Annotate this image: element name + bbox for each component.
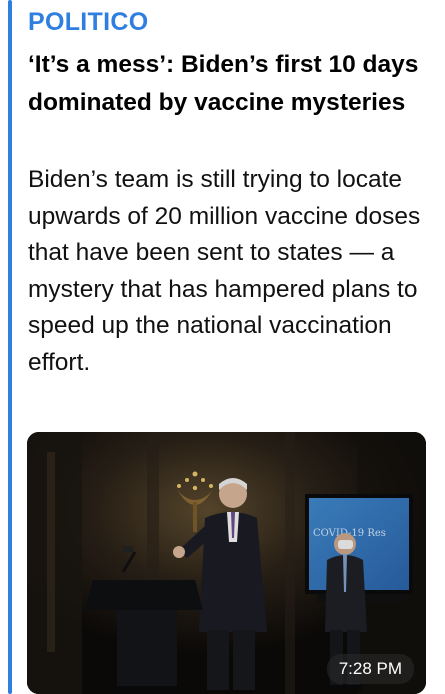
link-preview-card[interactable]: POLITICO ‘It’s a mess’: Biden’s first 10… bbox=[0, 0, 445, 694]
preview-source[interactable]: POLITICO bbox=[28, 8, 148, 37]
preview-image[interactable]: COVID-19 Res 7:28 PM bbox=[27, 432, 426, 694]
preview-accent-bar bbox=[8, 0, 12, 694]
preview-headline[interactable]: ‘It’s a mess’: Biden’s first 10 days dom… bbox=[28, 46, 428, 122]
message-timestamp: 7:28 PM bbox=[326, 654, 414, 684]
preview-summary: Biden’s team is still trying to locate u… bbox=[28, 166, 421, 376]
